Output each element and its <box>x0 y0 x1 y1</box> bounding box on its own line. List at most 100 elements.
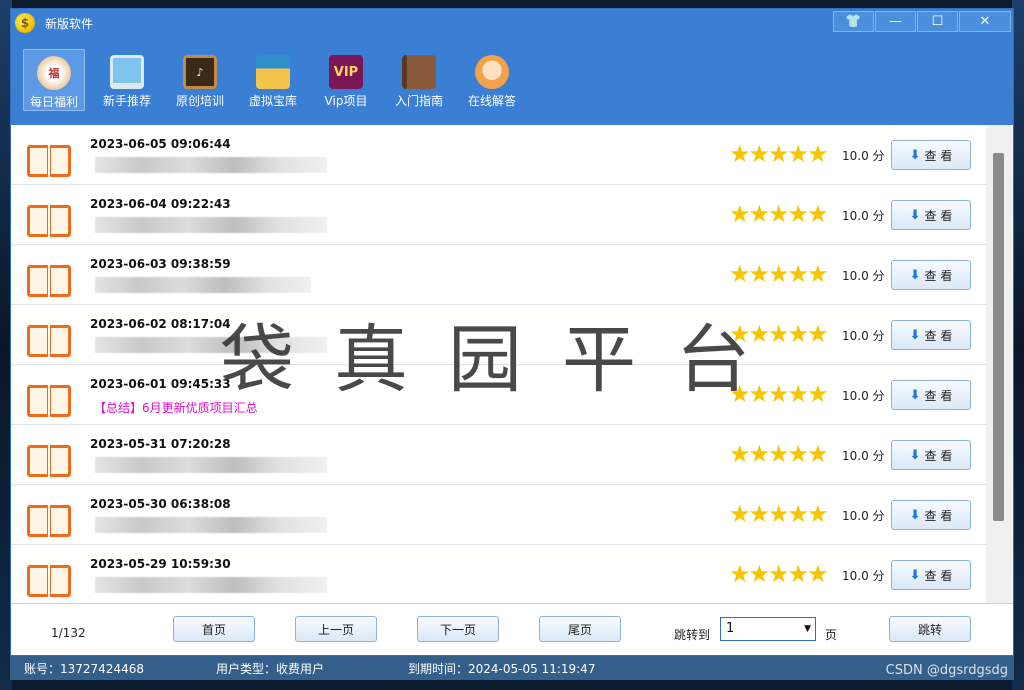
minimize-icon: — <box>889 14 902 29</box>
list-item: 2023-06-02 08:17:04 ★★★★★ 10.0 分 ⬇ 查 看 <box>11 305 986 365</box>
item-date: 2023-05-31 07:20:28 <box>90 437 231 451</box>
scrollbar-thumb[interactable] <box>993 153 1004 521</box>
view-button[interactable]: ⬇ 查 看 <box>891 260 971 290</box>
item-date: 2023-06-05 09:06:44 <box>90 137 231 151</box>
download-arrow-icon: ⬇ <box>909 447 921 463</box>
toolbar-item-label: 虚拟宝库 <box>248 94 297 108</box>
item-title[interactable]: 【总结】6月更新优质项目汇总 <box>94 399 258 416</box>
main-toolbar: 福 每日福利 新手推荐 ♪ 原创培训 虚拟宝库 VIP Vip项目 入门指南 在… <box>11 37 1013 125</box>
toolbar-item-newbie[interactable]: 新手推荐 <box>96 49 158 111</box>
item-date: 2023-05-30 06:38:08 <box>90 497 231 511</box>
download-arrow-icon: ⬇ <box>909 207 921 223</box>
toolbar-item-label: 新手推荐 <box>102 94 151 108</box>
view-button[interactable]: ⬇ 查 看 <box>891 140 971 170</box>
next-page-button[interactable]: 下一页 <box>417 616 499 642</box>
list-item: 2023-05-29 10:59:30 ★★★★★ 10.0 分 ⬇ 查 看 <box>11 545 986 603</box>
toolbar-item-support[interactable]: 在线解答 <box>461 49 523 111</box>
maximize-button[interactable]: ☐ <box>917 11 958 32</box>
download-arrow-icon: ⬇ <box>909 507 921 523</box>
view-button-label: 查 看 <box>924 568 953 583</box>
app-logo-icon: $ <box>15 13 35 33</box>
item-score: 10.0 分 <box>842 509 885 523</box>
view-button[interactable]: ⬇ 查 看 <box>891 500 971 530</box>
app-window: $ 新版软件 👕 — ☐ ✕ 福 每日福利 新手推荐 ♪ 原创培训 虚拟宝库 V… <box>10 8 1014 656</box>
vip-icon: VIP <box>329 55 363 89</box>
view-button[interactable]: ⬇ 查 看 <box>891 200 971 230</box>
download-arrow-icon: ⬇ <box>909 267 921 283</box>
status-bar: 账号：13727424468 用户类型：收费用户 到期时间：2024-05-05… <box>10 656 1014 680</box>
toolbar-item-label: 每日福利 <box>29 95 78 109</box>
first-page-button[interactable]: 首页 <box>173 616 255 642</box>
csdn-credit: CSDN @dgsrdgsdg <box>885 663 1008 678</box>
toolbar-item-vip[interactable]: VIP Vip项目 <box>315 49 377 111</box>
open-book-icon <box>27 325 71 357</box>
item-score: 10.0 分 <box>842 449 885 463</box>
download-arrow-icon: ⬇ <box>909 327 921 343</box>
list-item: 2023-05-31 07:20:28 ★★★★★ 10.0 分 ⬇ 查 看 <box>11 425 986 485</box>
item-score: 10.0 分 <box>842 329 885 343</box>
account-status: 账号：13727424468 <box>24 662 144 676</box>
item-date: 2023-06-01 09:45:33 <box>90 377 231 391</box>
view-button-label: 查 看 <box>924 208 953 223</box>
rating-stars: ★★★★★ <box>729 440 829 468</box>
prev-page-button[interactable]: 上一页 <box>295 616 377 642</box>
close-button[interactable]: ✕ <box>959 11 1011 32</box>
list-item: 2023-06-03 09:38:59 ★★★★★ 10.0 分 ⬇ 查 看 <box>11 245 986 305</box>
download-arrow-icon: ⬇ <box>909 387 921 403</box>
jump-button[interactable]: 跳转 <box>889 616 971 642</box>
item-title-redacted <box>95 577 327 593</box>
item-date: 2023-06-03 09:38:59 <box>90 257 231 271</box>
toolbar-item-label: 入门指南 <box>394 94 443 108</box>
vertical-scrollbar[interactable] <box>986 125 1013 603</box>
view-button[interactable]: ⬇ 查 看 <box>891 380 971 410</box>
page-select[interactable]: 1 ▼ <box>720 617 816 641</box>
item-score: 10.0 分 <box>842 569 885 583</box>
rating-stars: ★★★★★ <box>729 140 829 168</box>
skin-button[interactable]: 👕 <box>833 11 874 32</box>
view-button[interactable]: ⬇ 查 看 <box>891 320 971 350</box>
item-score: 10.0 分 <box>842 209 885 223</box>
view-button-label: 查 看 <box>924 388 953 403</box>
view-button-label: 查 看 <box>924 268 953 283</box>
item-score: 10.0 分 <box>842 149 885 163</box>
minimize-button[interactable]: — <box>875 11 916 32</box>
lucky-cat-icon: 福 <box>37 56 71 90</box>
toolbar-item-guide[interactable]: 入门指南 <box>388 49 450 111</box>
treasure-box-icon <box>256 55 290 89</box>
toolbar-item-treasure[interactable]: 虚拟宝库 <box>242 49 304 111</box>
item-title-redacted <box>95 337 327 353</box>
toolbar-item-training[interactable]: ♪ 原创培训 <box>169 49 231 111</box>
list-item: 2023-05-30 06:38:08 ★★★★★ 10.0 分 ⬇ 查 看 <box>11 485 986 545</box>
open-book-icon <box>27 505 71 537</box>
rating-stars: ★★★★★ <box>729 560 829 588</box>
chevron-down-icon[interactable]: ▼ <box>804 618 811 640</box>
open-book-icon <box>27 205 71 237</box>
open-book-icon <box>27 445 71 477</box>
view-button[interactable]: ⬇ 查 看 <box>891 440 971 470</box>
view-button-label: 查 看 <box>924 508 953 523</box>
rating-stars: ★★★★★ <box>729 500 829 528</box>
view-button[interactable]: ⬇ 查 看 <box>891 560 971 590</box>
item-title-redacted <box>95 457 327 473</box>
article-list: 2023-06-05 09:06:44 ★★★★★ 10.0 分 ⬇ 查 看 2… <box>11 125 1013 603</box>
view-button-label: 查 看 <box>924 328 953 343</box>
window-controls: 👕 — ☐ ✕ <box>832 9 1013 33</box>
open-book-icon <box>27 385 71 417</box>
rating-stars: ★★★★★ <box>729 320 829 348</box>
toolbar-item-daily-welfare[interactable]: 福 每日福利 <box>23 49 85 111</box>
jump-to-label: 跳转到 <box>674 628 711 642</box>
rating-stars: ★★★★★ <box>729 260 829 288</box>
window-title: 新版软件 <box>45 16 94 31</box>
toolbar-item-label: 在线解答 <box>467 94 516 108</box>
item-title-redacted <box>95 277 311 293</box>
last-page-button[interactable]: 尾页 <box>539 616 621 642</box>
item-title-redacted <box>95 157 327 173</box>
support-agent-icon <box>475 55 509 89</box>
item-title-redacted <box>95 517 327 533</box>
page-select-value: 1 <box>726 621 735 636</box>
shirt-icon: 👕 <box>845 14 862 29</box>
user-type-status: 用户类型：收费用户 <box>216 662 325 676</box>
book-icon <box>402 55 436 89</box>
close-icon: ✕ <box>979 14 991 29</box>
title-bar[interactable]: $ 新版软件 👕 — ☐ ✕ <box>11 9 1013 37</box>
